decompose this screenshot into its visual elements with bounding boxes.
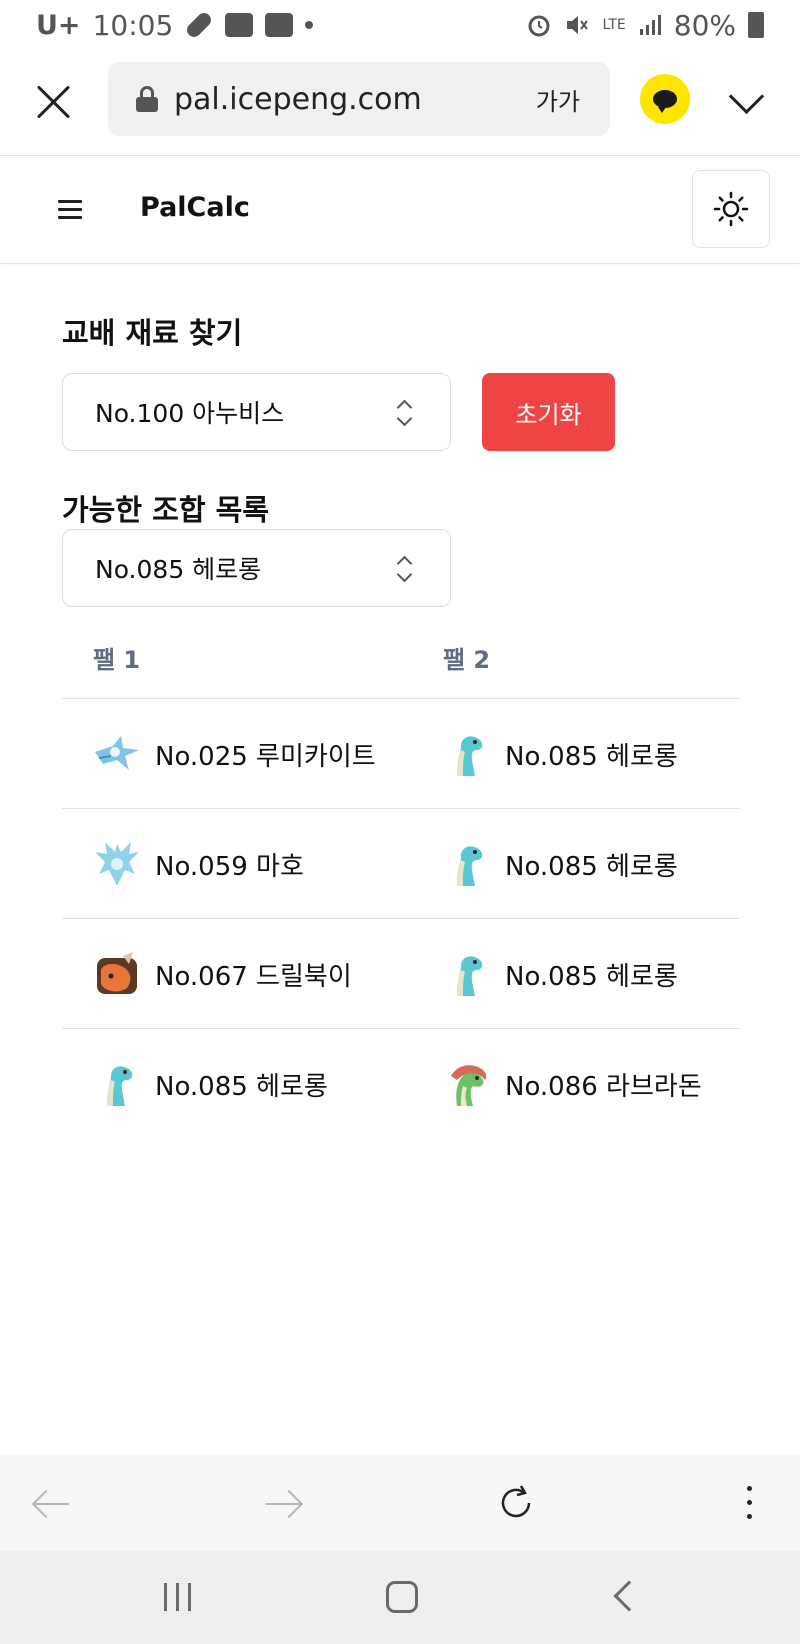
mute-icon bbox=[567, 16, 589, 34]
drillbuki-icon bbox=[97, 952, 137, 994]
target-pal-select[interactable]: No.100 아누비스 bbox=[62, 373, 451, 451]
status-bar-right: LTE 80% bbox=[526, 9, 764, 42]
battery-icon bbox=[748, 12, 764, 38]
close-tab-button[interactable] bbox=[30, 78, 78, 126]
status-bar: U+ 10:05 LTE 80% bbox=[0, 0, 800, 50]
pal2-cell: No.086 라브라돈 bbox=[443, 1029, 702, 1139]
select-updown-icon bbox=[396, 554, 412, 584]
url-text: pal.icepeng.com bbox=[174, 81, 422, 117]
pal2-cell: No.085 헤로롱 bbox=[443, 809, 678, 919]
browser-url-bar: pal.icepeng.com 가가 bbox=[0, 52, 800, 152]
pal1-name: No.059 마호 bbox=[155, 851, 304, 882]
pill-icon bbox=[184, 10, 215, 40]
sun-icon bbox=[713, 191, 749, 227]
status-bar-left: U+ 10:05 bbox=[36, 8, 314, 42]
hamburger-menu-icon[interactable] bbox=[58, 200, 82, 220]
browser-bottom-toolbar bbox=[0, 1455, 800, 1551]
pal1-name: No.067 드릴북이 bbox=[155, 961, 352, 992]
finder-heading: 교배 재료 찾기 bbox=[62, 316, 243, 350]
system-nav-bar bbox=[0, 1551, 800, 1644]
table-row: No.025 루미카이트 No.085 헤로롱 bbox=[62, 699, 740, 809]
herolong-icon bbox=[107, 1066, 133, 1106]
table-header: 팰 1 팰 2 bbox=[62, 620, 740, 699]
pal2-name: No.085 헤로롱 bbox=[505, 851, 678, 882]
clock: 10:05 bbox=[92, 8, 174, 42]
network-type: LTE bbox=[602, 17, 626, 33]
recents-icon[interactable] bbox=[164, 1583, 192, 1611]
pal2-name: No.085 헤로롱 bbox=[505, 741, 678, 772]
pal2-cell: No.085 헤로롱 bbox=[443, 919, 678, 1029]
back-arrow-icon[interactable] bbox=[31, 1489, 71, 1519]
maho-icon bbox=[95, 842, 139, 886]
table-row: No.067 드릴북이 No.085 헤로롱 bbox=[62, 919, 740, 1029]
pal2-name: No.086 라브라돈 bbox=[505, 1071, 702, 1102]
system-back-icon[interactable] bbox=[613, 1580, 645, 1612]
lock-icon bbox=[136, 86, 158, 112]
youtube-icon bbox=[265, 13, 294, 37]
pal1-cell: No.085 헤로롱 bbox=[93, 1029, 328, 1139]
pal1-cell: No.067 드릴북이 bbox=[93, 919, 352, 1029]
pal1-name: No.085 헤로롱 bbox=[155, 1071, 328, 1102]
theme-toggle-button[interactable] bbox=[692, 170, 770, 248]
select-updown-icon bbox=[396, 398, 412, 428]
herolong-icon bbox=[457, 736, 483, 776]
signal-icon bbox=[639, 15, 661, 35]
target-pal-value: No.100 아누비스 bbox=[95, 399, 285, 428]
herolong-icon bbox=[457, 846, 483, 886]
carrier-label: U+ bbox=[36, 9, 81, 41]
pal2-cell: No.085 헤로롱 bbox=[443, 699, 678, 809]
table-row: No.085 헤로롱 No.086 라브라돈 bbox=[62, 1029, 740, 1139]
combo-filter-select[interactable]: No.085 헤로롱 bbox=[62, 529, 451, 607]
pal1-cell: No.025 루미카이트 bbox=[93, 699, 376, 809]
pal2-name: No.085 헤로롱 bbox=[505, 961, 678, 992]
combo-filter-value: No.085 헤로롱 bbox=[95, 555, 262, 584]
reset-button[interactable]: 초기화 bbox=[482, 373, 615, 451]
combos-heading: 가능한 조합 목록 bbox=[62, 493, 269, 527]
pal1-name: No.025 루미카이트 bbox=[155, 741, 376, 772]
chat-bubble-icon bbox=[653, 90, 677, 113]
combos-table: 팰 1 팰 2 No.025 루미카이트 No.085 헤로롱 No.059 마… bbox=[62, 620, 740, 1139]
column-header-pal2: 팰 2 bbox=[443, 646, 491, 674]
gallery-icon bbox=[225, 13, 254, 37]
herolong-icon bbox=[457, 956, 483, 996]
app-title[interactable]: PalCalc bbox=[140, 192, 250, 223]
address-field[interactable]: pal.icepeng.com 가가 bbox=[108, 62, 610, 136]
more-options-icon[interactable] bbox=[740, 1485, 760, 1521]
table-row: No.059 마호 No.085 헤로롱 bbox=[62, 809, 740, 919]
kakao-chat-button[interactable] bbox=[640, 74, 690, 124]
battery-percent: 80% bbox=[673, 8, 736, 42]
lumikite-icon bbox=[95, 736, 139, 770]
text-size-button[interactable]: 가가 bbox=[536, 82, 580, 117]
labradon-icon bbox=[451, 1065, 487, 1106]
alarm-icon bbox=[528, 15, 550, 37]
chevron-down-icon[interactable] bbox=[728, 84, 764, 120]
notification-dot-icon bbox=[305, 21, 314, 29]
home-icon[interactable] bbox=[386, 1581, 418, 1613]
app-header: PalCalc bbox=[0, 156, 800, 264]
forward-arrow-icon[interactable] bbox=[264, 1489, 304, 1519]
refresh-icon[interactable] bbox=[496, 1483, 536, 1523]
column-header-pal1: 팰 1 bbox=[93, 646, 141, 674]
pal1-cell: No.059 마호 bbox=[93, 809, 304, 919]
